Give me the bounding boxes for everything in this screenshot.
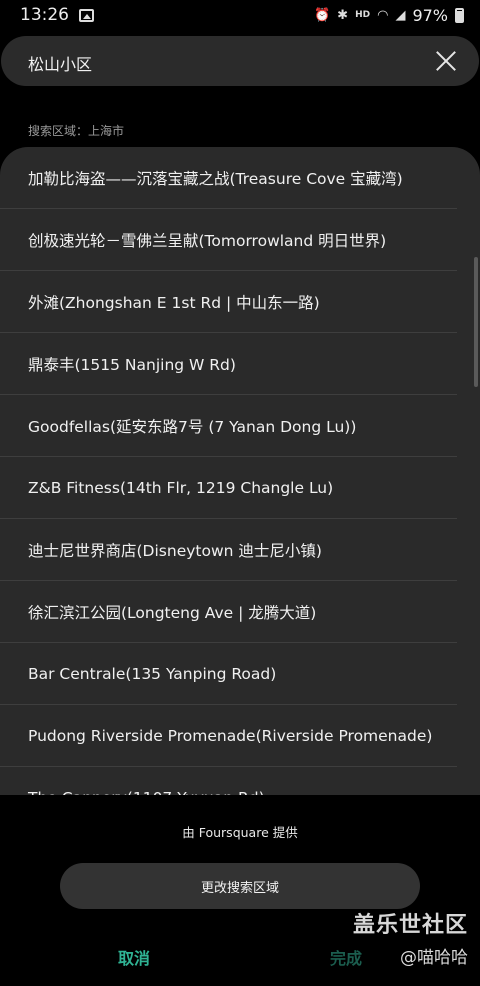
watermark: 盖乐世社区 @喵哈哈 (353, 907, 468, 968)
scrollbar[interactable] (474, 257, 478, 387)
clear-search-icon[interactable] (433, 48, 459, 74)
signal-icon: ◢ (395, 7, 406, 23)
cancel-button[interactable]: 取消 (94, 945, 174, 969)
watermark-title: 盖乐世社区 (352, 913, 468, 938)
status-bar: 13:26 ⏰ ✱ HD ◠ ◢ 97% (0, 0, 480, 30)
battery-level: 97% (412, 5, 448, 25)
search-area-label: 搜索区域：上海市 (28, 124, 125, 138)
battery-icon (455, 7, 464, 23)
result-item[interactable]: Z&B Fitness(14th Flr, 1219 Changle Lu) (0, 457, 457, 519)
change-search-area-button[interactable]: 更改搜索区域 (60, 863, 420, 909)
search-bar[interactable]: 松山小区 (1, 36, 479, 86)
result-list: 加勒比海盗——沉落宝藏之战(Treasure Cove 宝藏湾) 创极速光轮－雪佛… (0, 147, 480, 795)
result-item[interactable]: 加勒比海盗——沉落宝藏之战(Treasure Cove 宝藏湾) (0, 147, 457, 209)
provider-text: 由 Foursquare 提供 (182, 825, 298, 840)
hd-icon: HD (355, 10, 371, 20)
result-item[interactable]: Bar Centrale(135 Yanping Road) (0, 643, 457, 705)
search-input[interactable]: 松山小区 (28, 51, 92, 75)
result-item[interactable]: Pudong Riverside Promenade(Riverside Pro… (0, 705, 457, 767)
results-sheet: 加勒比海盗——沉落宝藏之战(Treasure Cove 宝藏湾) 创极速光轮－雪佛… (0, 147, 480, 795)
result-item[interactable]: 创极速光轮－雪佛兰呈献(Tomorrowland 明日世界) (0, 209, 457, 271)
bluetooth-icon: ✱ (337, 7, 349, 23)
result-item[interactable]: Goodfellas(延安东路7号 (7 Yanan Dong Lu)) (0, 395, 457, 457)
result-item[interactable]: 迪士尼世界商店(Disneytown 迪士尼小镇) (0, 519, 457, 581)
result-item[interactable]: The Cannery(1107 Yuyuan Rd) (0, 767, 457, 796)
status-time: 13:26 (20, 5, 69, 25)
result-item[interactable]: 鼎泰丰(1515 Nanjing W Rd) (0, 333, 457, 395)
image-icon (79, 8, 94, 22)
footer: 由 Foursquare 提供 更改搜索区域 取消 完成 盖乐世社区 @喵哈哈 (0, 795, 480, 986)
result-item[interactable]: 外滩(Zhongshan E 1st Rd | 中山东一路) (0, 271, 457, 333)
alarm-icon: ⏰ (313, 7, 331, 23)
watermark-user: @喵哈哈 (400, 948, 468, 968)
wifi-icon: ◠ (377, 7, 389, 23)
result-item[interactable]: 徐汇滨江公园(Longteng Ave | 龙腾大道) (0, 581, 457, 643)
